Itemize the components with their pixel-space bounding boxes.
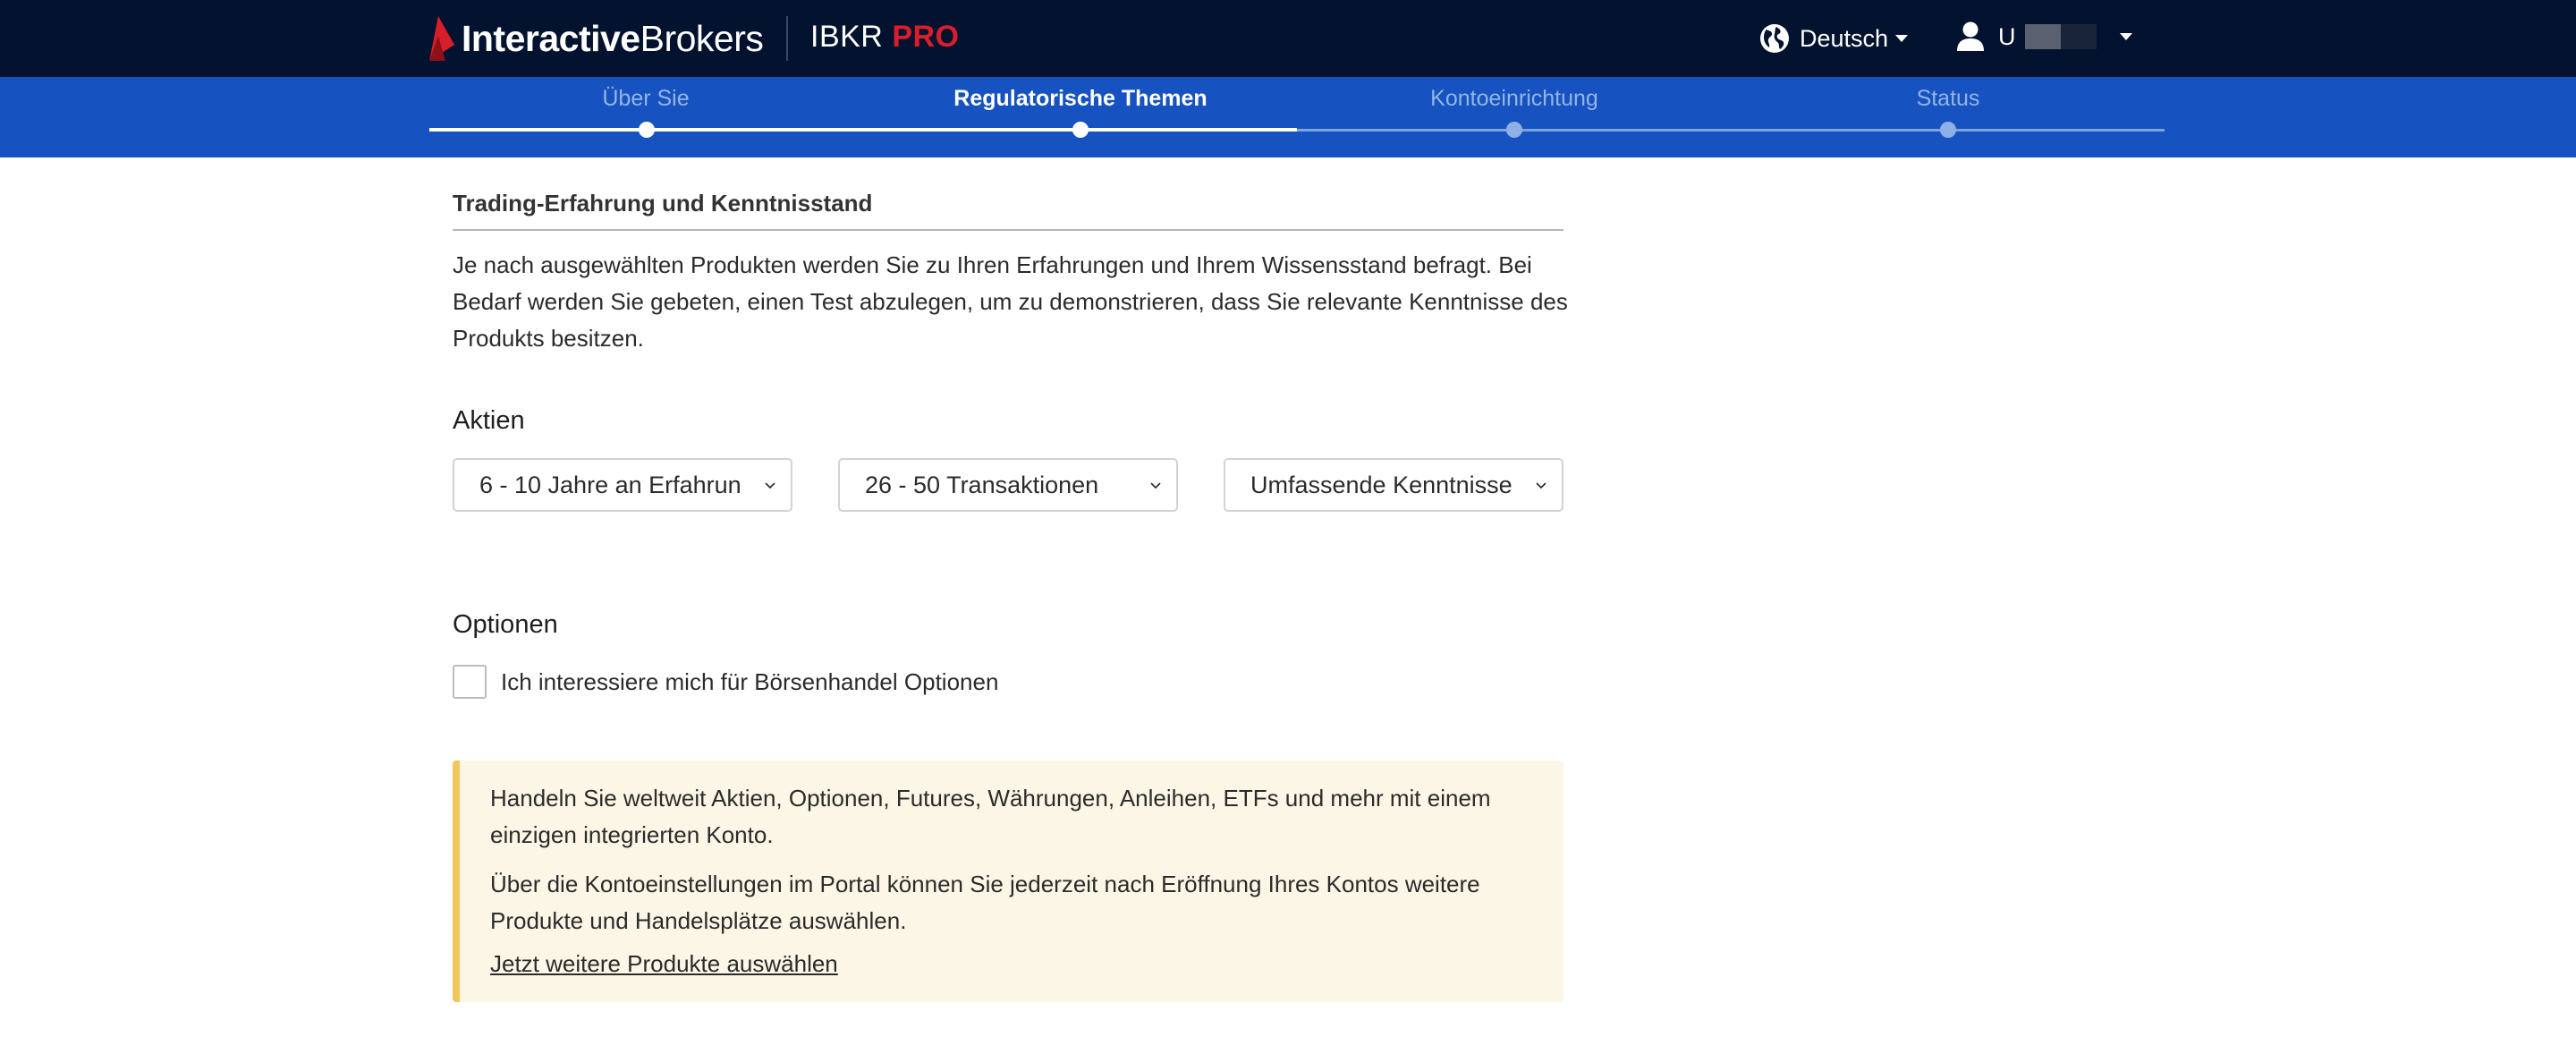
notice-paragraph-2: Über die Kontoeinstellungen im Portal kö… [490,871,1480,934]
step-dot-account-setup [1506,122,1522,138]
section-divider [453,229,1563,231]
products-info-notice: Handeln Sie weltweit Aktien, Optionen, F… [453,761,1563,1002]
user-id-label: U [1998,22,2016,50]
redacted-user-id [2024,24,2097,49]
step-regulatory-topics[interactable]: Regulatorische Themen [953,86,1207,112]
chevron-down-icon [1150,482,1161,489]
section-title: Trading-Erfahrung und Kenntnisstand [453,190,873,217]
stocks-label: Aktien [453,406,525,435]
caret-down-icon [1895,35,1909,42]
top-navbar: InteractiveBrokers IBKR PRO Deutsch U [0,0,2576,77]
logo-divider [786,16,788,61]
brand-name: InteractiveBrokers [462,17,764,60]
product-name: IBKR PRO [810,20,960,55]
step-status: Status [1916,86,1980,111]
stepper-track-completed [429,128,1297,132]
progress-stepper: Über Sie Regulatorische Themen Kontoeinr… [0,77,2576,157]
chevron-down-icon [765,482,775,489]
stocks-years-experience-select[interactable]: 6 - 10 Jahre an Erfahrung [453,458,792,512]
caret-down-icon [2119,33,2132,40]
step-about-you[interactable]: Über Sie [602,86,689,112]
chevron-down-icon [1536,482,1546,489]
stocks-transactions-value: 26 - 50 Transaktionen [865,471,1099,498]
notice-paragraph-1: Handeln Sie weltweit Aktien, Optionen, F… [490,785,1491,848]
select-more-products-link[interactable]: Jetzt weitere Produkte auswählen [490,950,838,978]
step-account-setup: Kontoeinrichtung [1430,86,1598,111]
user-menu[interactable]: U [1955,16,2132,57]
options-interest-checkbox[interactable] [453,665,487,699]
brand-prefix: Interactive [462,17,640,59]
brokers-logo-icon [429,16,454,61]
stocks-knowledge-select[interactable]: Umfassende Kenntnisse [1224,458,1563,512]
product-tier: PRO [892,20,960,54]
language-dropdown[interactable]: Deutsch [1758,18,1909,59]
user-icon [1957,21,1984,51]
language-label: Deutsch [1800,24,1889,52]
step-dot-status [1940,122,1956,138]
stocks-knowledge-value: Umfassende Kenntnisse [1250,471,1512,498]
options-interest-checkbox-row[interactable]: Ich interessiere mich für Börsenhandel O… [453,664,998,700]
step-dot-regulatory-topics [1072,122,1089,138]
product-name-text: IBKR [810,20,884,54]
stepper-track-remaining [1297,129,2165,132]
options-label: Optionen [453,610,558,639]
options-interest-label[interactable]: Ich interessiere mich für Börsenhandel O… [501,668,998,696]
globe-icon [1760,24,1789,53]
section-intro-text: Je nach ausgewählten Produkten werden Si… [453,251,1568,352]
stocks-years-value: 6 - 10 Jahre an Erfahrung [479,471,741,498]
brand-suffix: Brokers [640,17,764,59]
stocks-transactions-select[interactable]: 26 - 50 Transaktionen [838,458,1178,512]
interactive-brokers-logo[interactable]: InteractiveBrokers [428,13,764,64]
step-dot-about-you [639,122,655,138]
